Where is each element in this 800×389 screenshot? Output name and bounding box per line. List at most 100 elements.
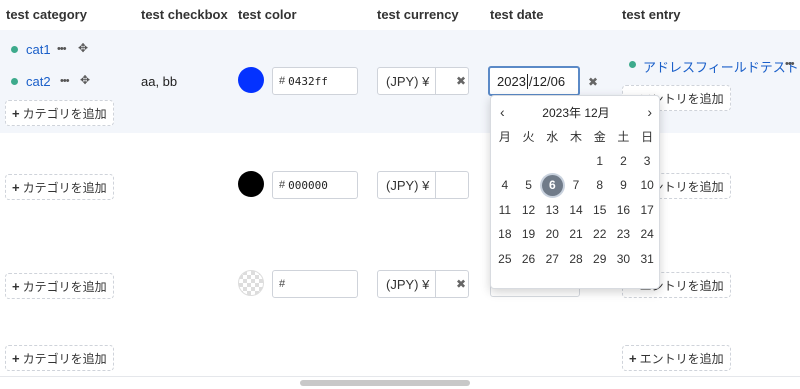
calendar-day[interactable]: 8 <box>588 173 612 198</box>
currency-input[interactable]: (JPY) ¥ <box>377 171 469 199</box>
add-category-label: カテゴリを追加 <box>22 180 107 195</box>
header-color[interactable]: test color <box>238 7 297 22</box>
currency-symbol: (JPY) ¥ <box>378 68 436 94</box>
calendar-month-label: 2023年 12月 <box>542 105 610 120</box>
add-category-label: カテゴリを追加 <box>22 106 107 121</box>
calendar-day[interactable]: 23 <box>612 222 636 247</box>
calendar-day[interactable]: 20 <box>540 222 564 247</box>
calendar-day[interactable]: 9 <box>612 173 636 198</box>
calendar-empty-cell <box>540 149 564 174</box>
plus-icon: + <box>12 278 20 294</box>
add-category-button[interactable]: + カテゴリを追加 <box>5 345 114 371</box>
calendar-day[interactable]: 1 <box>588 149 612 174</box>
text-caret <box>526 73 528 89</box>
currency-symbol: (JPY) ¥ <box>378 271 436 297</box>
plus-icon: + <box>12 179 20 195</box>
date-value-year: 2023 <box>497 73 526 89</box>
calendar-day[interactable]: 12 <box>517 198 541 223</box>
calendar-day[interactable]: 21 <box>564 222 588 247</box>
plus-icon: + <box>12 105 20 121</box>
category-link-cat1[interactable]: cat1 <box>26 42 51 57</box>
add-category-label: カテゴリを追加 <box>22 351 107 366</box>
drag-handle-icon[interactable]: ✥ <box>80 73 90 87</box>
calendar-day[interactable]: 4 <box>493 173 517 198</box>
calendar-header: ‹ 2023年 12月 › <box>491 104 661 120</box>
calendar-day[interactable]: 28 <box>564 247 588 272</box>
hash-prefix: # <box>279 179 286 191</box>
header-date[interactable]: test date <box>490 7 543 22</box>
calendar-day[interactable]: 11 <box>493 198 517 223</box>
add-entry-button[interactable]: + エントリを追加 <box>622 345 731 371</box>
add-category-button[interactable]: + カテゴリを追加 <box>5 100 114 126</box>
header-checkbox[interactable]: test checkbox <box>141 7 228 22</box>
calendar-day[interactable]: 25 <box>493 247 517 272</box>
calendar-day[interactable]: 29 <box>588 247 612 272</box>
calendar-day[interactable]: 30 <box>612 247 636 272</box>
weekday-label: 木 <box>569 129 582 144</box>
calendar-day[interactable]: 18 <box>493 222 517 247</box>
more-icon[interactable]: ••• <box>60 75 70 87</box>
next-month-icon[interactable]: › <box>647 104 652 120</box>
plus-icon: + <box>629 350 637 366</box>
checkbox-values: aa, bb <box>141 74 178 89</box>
currency-symbol: (JPY) ¥ <box>378 172 436 198</box>
category-status-dot <box>11 78 18 85</box>
color-hex-input[interactable]: # 0432ff <box>272 67 358 95</box>
drag-handle-icon[interactable]: ✥ <box>78 41 88 55</box>
header-currency[interactable]: test currency <box>377 7 459 22</box>
prev-month-icon[interactable]: ‹ <box>500 104 505 120</box>
calendar-day[interactable]: 19 <box>517 222 541 247</box>
color-hex-value: 0432ff <box>288 74 328 88</box>
clear-date-icon[interactable]: ✖ <box>588 75 598 89</box>
more-icon[interactable]: ••• <box>785 58 795 70</box>
date-picker-popup: ‹ 2023年 12月 › 月火水木金土日 1 2 3 4 5 6 7 8 9 10 11 12 13 14… <box>490 95 660 289</box>
calendar-day[interactable]: 26 <box>517 247 541 272</box>
hash-prefix: # <box>279 75 286 87</box>
calendar-day[interactable]: 13 <box>540 198 564 223</box>
calendar-day[interactable]: 24 <box>635 222 659 247</box>
clear-currency-icon[interactable]: ✖ <box>456 74 466 88</box>
horizontal-scrollbar[interactable] <box>300 380 470 386</box>
add-category-button[interactable]: + カテゴリを追加 <box>5 174 114 200</box>
weekday-label: 土 <box>617 129 630 144</box>
more-icon[interactable]: ••• <box>57 43 67 55</box>
weekday-label: 金 <box>593 129 606 144</box>
calendar-day[interactable]: 15 <box>588 198 612 223</box>
category-status-dot <box>11 46 18 53</box>
calendar-day[interactable]: 7 <box>564 173 588 198</box>
add-category-button[interactable]: + カテゴリを追加 <box>5 273 114 299</box>
calendar-empty-cell <box>517 149 541 174</box>
header-category[interactable]: test category <box>6 7 87 22</box>
calendar-day[interactable]: 31 <box>635 247 659 272</box>
header-entry[interactable]: test entry <box>622 7 681 22</box>
calendar-day[interactable]: 5 <box>517 173 541 198</box>
add-category-label: カテゴリを追加 <box>22 279 107 294</box>
calendar-day[interactable]: 16 <box>612 198 636 223</box>
calendar-day[interactable]: 27 <box>540 247 564 272</box>
calendar-grid: 月火水木金土日 1 2 3 4 5 6 7 8 9 10 11 12 13 14 15 16 17 18 19 20 21… <box>493 124 659 271</box>
color-swatch[interactable] <box>238 67 264 93</box>
color-hex-input[interactable]: # <box>272 270 358 298</box>
calendar-day[interactable]: 22 <box>588 222 612 247</box>
calendar-day[interactable]: 10 <box>635 173 659 198</box>
color-hex-input[interactable]: # 000000 <box>272 171 358 199</box>
date-input[interactable]: 2023/12/06 <box>488 66 580 96</box>
plus-icon: + <box>12 350 20 366</box>
calendar-day[interactable]: 14 <box>564 198 588 223</box>
clear-currency-icon[interactable]: ✖ <box>456 277 466 291</box>
weekday-label: 火 <box>522 129 535 144</box>
entry-link[interactable]: アドレスフィールドテスト <box>643 57 799 76</box>
weekday-label: 日 <box>641 129 654 144</box>
entry-status-dot <box>629 61 636 68</box>
weekday-label: 月 <box>498 129 511 144</box>
calendar-day[interactable]: 17 <box>635 198 659 223</box>
color-hex-value: 000000 <box>288 178 328 192</box>
color-swatch-empty[interactable] <box>238 270 264 296</box>
calendar-day-selected[interactable]: 6 <box>540 173 564 198</box>
calendar-day[interactable]: 3 <box>635 149 659 174</box>
calendar-day[interactable]: 2 <box>612 149 636 174</box>
date-value-rest: /12/06 <box>528 73 566 89</box>
hash-prefix: # <box>279 278 286 290</box>
category-link-cat2[interactable]: cat2 <box>26 74 51 89</box>
color-swatch[interactable] <box>238 171 264 197</box>
